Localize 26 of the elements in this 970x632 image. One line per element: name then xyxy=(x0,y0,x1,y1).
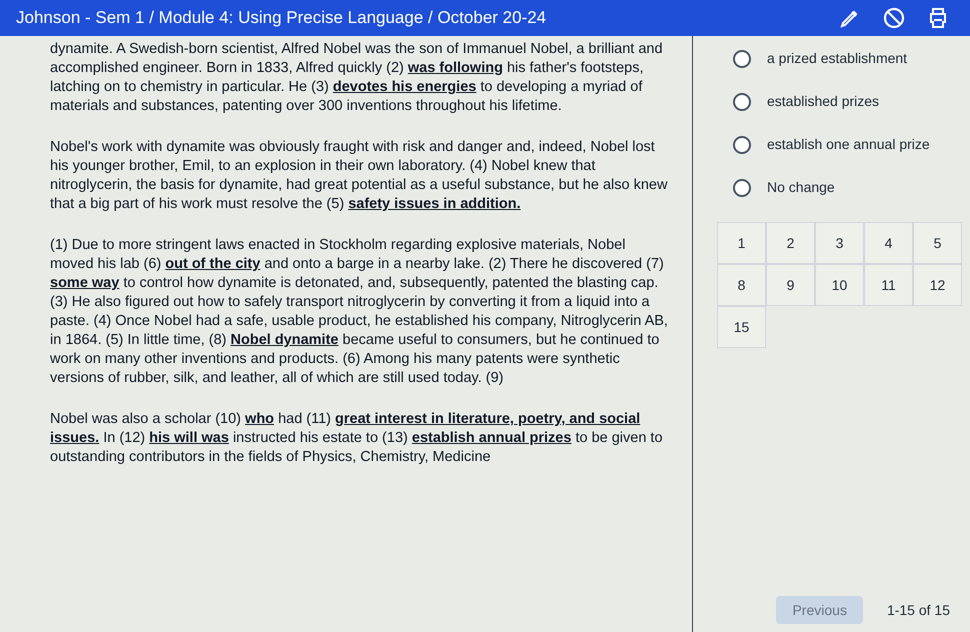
passage-paragraph: dynamite. A Swedish-born scientist, Alfred Nobel was the son of Immanuel Nobel, a brilliant and accomplished engineer. Born in 1833, Alfred quickly (2) was following his father's footsteps, latching on to chemistry in particular. He (3) devotes his energies to developing a myriad of materials and substances, patenting over 300 inventions throughout his lifetime. xyxy=(50,40,664,116)
option-label: No change xyxy=(767,178,835,197)
question-number-button[interactable]: 11 xyxy=(864,264,913,306)
question-number-button[interactable]: 3 xyxy=(815,222,864,264)
option-label: establish one annual prize xyxy=(767,135,930,154)
block-icon[interactable] xyxy=(882,6,906,30)
radio-button[interactable] xyxy=(733,178,751,196)
question-number-button[interactable]: 12 xyxy=(913,264,962,306)
radio-button[interactable] xyxy=(733,50,751,68)
question-number-button[interactable]: 1 xyxy=(717,222,766,264)
question-number-button[interactable]: 4 xyxy=(864,222,913,264)
question-number-button[interactable]: 5 xyxy=(913,222,962,264)
page-title: Johnson - Sem 1 / Module 4: Using Precise Language / October 20-24 xyxy=(16,7,546,30)
page-range: 1-15 of 15 xyxy=(886,601,950,620)
passage-paragraph: Nobel's work with dynamite was obviously fraught with risk and danger and, indeed, Nobel lost his younger brother, Emil, to an explosion in their own laboratory. (4) Nobel knew that nitroglycerin, the basis for dynamite, had great potential as a useful substance, but he also knew that a big part of his work must resolve the (5) safety issues in addition. xyxy=(50,138,668,214)
passage-paragraph: Nobel was also a scholar (10) who had (11) great interest in literature, poetry, and social issues. In (12) his will was instructed his estate to (13) establish annual prizes to be given to outstanding contributors in the fields of Physics, Chemistry, Medicine xyxy=(50,410,664,467)
question-number-button[interactable]: 2 xyxy=(766,222,815,264)
radio-button[interactable] xyxy=(733,136,751,154)
radio-button[interactable] xyxy=(733,92,751,110)
question-number-button[interactable]: 15 xyxy=(717,306,766,348)
question-number-button[interactable]: 10 xyxy=(815,264,864,306)
passage-paragraph: (1) Due to more stringent laws enacted in Stockholm regarding explosive materials, Nobel moved his lab (6) out of the city and onto a barge in a nearby lake. (2) There he discovered (7) some way to control how dynamite is detonated, and, subsequently, patented the blasting cap. (3) He also figured out how to safely transport nitroglycerin by converting it from a liquid into a paste. (4) Once Nobel had a safe, usable product, he established his company, Nitroglycerin AB, in 1864. (5) In little time, (8) Nobel dynamite became useful to consumers, but he continued to work on many other inventions and products. (6) Among his many patents were synthetic versions of rubber, silk, and leather, all of which are still used today. (9) xyxy=(50,236,669,388)
option-label: established prizes xyxy=(767,92,880,111)
option-label: a prized establishment xyxy=(767,49,908,68)
question-number-button[interactable]: 8 xyxy=(717,264,766,306)
question-number-button[interactable]: 9 xyxy=(766,264,815,306)
